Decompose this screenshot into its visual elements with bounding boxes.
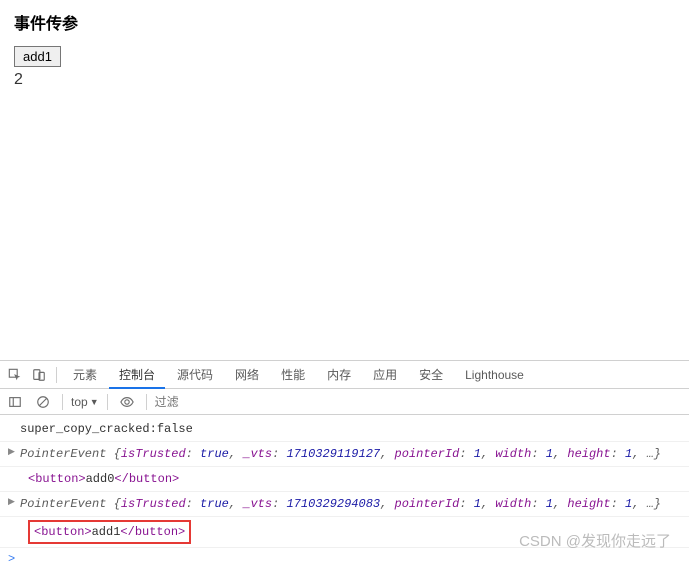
html-tag: <button>	[34, 525, 92, 539]
key: width	[495, 447, 531, 461]
separator	[56, 367, 57, 383]
page-content: 事件传参 add1 2	[0, 0, 689, 360]
console-row[interactable]: <button>add0</button>	[0, 467, 689, 492]
log-object-label: PointerEvent	[20, 497, 114, 511]
value: 1710329294083	[286, 497, 380, 511]
value: 1	[474, 497, 481, 511]
value: 1	[474, 447, 481, 461]
html-text: add1	[92, 525, 121, 539]
add-button[interactable]: add1	[14, 46, 61, 67]
page-title: 事件传参	[14, 10, 675, 34]
counter-value: 2	[14, 71, 675, 89]
eye-icon[interactable]	[116, 391, 138, 413]
tab-performance[interactable]: 性能	[271, 361, 315, 389]
devtools-tabs: 元素 控制台 源代码 网络 性能 内存 应用 安全 Lighthouse	[0, 361, 689, 389]
tab-security[interactable]: 安全	[409, 361, 453, 389]
key: pointerId	[395, 497, 460, 511]
log-text: super_copy_cracked:false	[20, 422, 193, 436]
console-row[interactable]: PointerEvent {isTrusted: true, _vts: 171…	[0, 492, 689, 517]
console-row: super_copy_cracked:false	[0, 417, 689, 442]
value: 1710329119127	[286, 447, 380, 461]
html-text: add0	[86, 472, 115, 486]
console-prompt[interactable]: >	[0, 548, 689, 570]
log-object-label: PointerEvent	[20, 447, 114, 461]
value: 1	[546, 447, 553, 461]
inspect-icon[interactable]	[4, 364, 26, 386]
key: _vts	[243, 497, 272, 511]
tab-console[interactable]: 控制台	[109, 361, 165, 389]
devtools-panel: 元素 控制台 源代码 网络 性能 内存 应用 安全 Lighthouse top…	[0, 360, 689, 572]
value: 1	[546, 497, 553, 511]
key: _vts	[243, 447, 272, 461]
separator	[107, 394, 108, 410]
console-row[interactable]: PointerEvent {isTrusted: true, _vts: 171…	[0, 442, 689, 467]
separator	[146, 394, 147, 410]
highlight-box: <button>add1</button>	[28, 520, 191, 544]
key: isTrusted	[121, 447, 186, 461]
key: height	[567, 497, 610, 511]
key: isTrusted	[121, 497, 186, 511]
tab-application[interactable]: 应用	[363, 361, 407, 389]
key: height	[567, 447, 610, 461]
console-toolbar: top ▼	[0, 389, 689, 415]
html-tag: <button>	[28, 472, 86, 486]
tab-network[interactable]: 网络	[225, 361, 269, 389]
value: true	[200, 447, 229, 461]
brace: {	[114, 497, 121, 511]
device-icon[interactable]	[28, 364, 50, 386]
tab-memory[interactable]: 内存	[317, 361, 361, 389]
html-tag: </button>	[114, 472, 179, 486]
key: width	[495, 497, 531, 511]
html-tag: </button>	[120, 525, 185, 539]
chevron-down-icon: ▼	[90, 397, 99, 407]
rest: , …}	[632, 447, 661, 461]
value: true	[200, 497, 229, 511]
clear-console-icon[interactable]	[32, 391, 54, 413]
rest: , …}	[632, 497, 661, 511]
console-output: super_copy_cracked:false PointerEvent {i…	[0, 415, 689, 572]
key: pointerId	[395, 447, 460, 461]
brace: {	[114, 447, 121, 461]
context-selector[interactable]: top ▼	[71, 395, 99, 409]
filter-input[interactable]	[155, 395, 215, 409]
tab-elements[interactable]: 元素	[63, 361, 107, 389]
sidebar-toggle-icon[interactable]	[4, 391, 26, 413]
tab-lighthouse[interactable]: Lighthouse	[455, 361, 534, 389]
separator	[62, 394, 63, 410]
tab-sources[interactable]: 源代码	[167, 361, 223, 389]
console-row-highlighted[interactable]: <button>add1</button>	[0, 517, 689, 548]
context-label: top	[71, 395, 88, 409]
